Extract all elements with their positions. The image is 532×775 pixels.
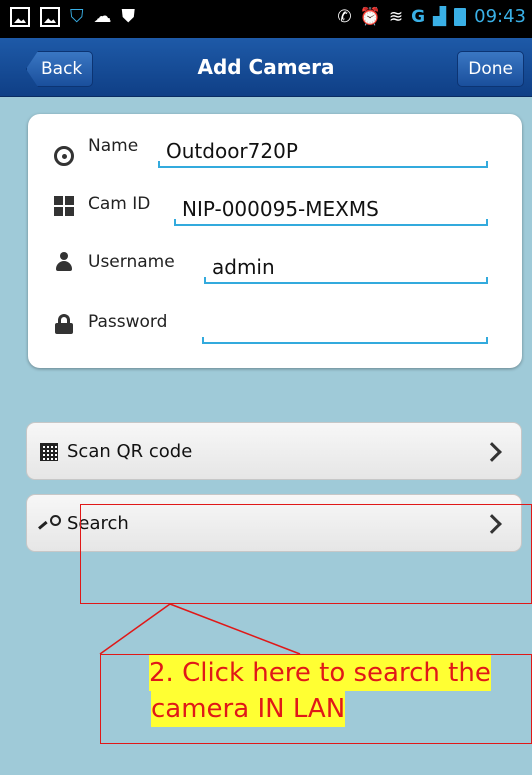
annotation-callout: 2. Click here to search the camera IN LA… bbox=[100, 654, 532, 744]
annotation-line-1: 2. Click here to search the bbox=[149, 655, 491, 691]
annotation-highlight-box bbox=[80, 504, 532, 604]
annotation-line-2: camera IN LAN bbox=[151, 691, 346, 727]
